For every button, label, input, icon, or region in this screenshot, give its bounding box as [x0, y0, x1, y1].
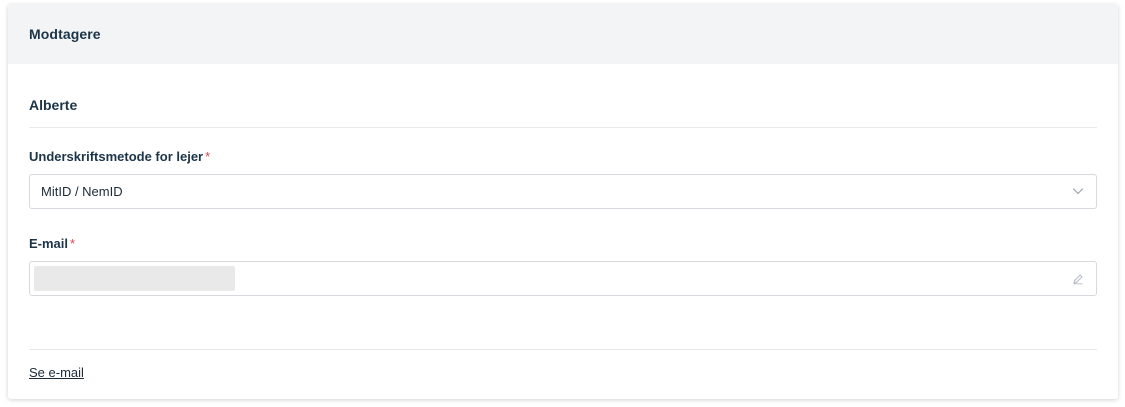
email-label: E-mail *: [29, 236, 75, 251]
chevron-down-icon: [1072, 188, 1084, 195]
redacted-email-value: [34, 266, 235, 291]
signature-method-label: Underskriftsmetode for lejer *: [29, 149, 210, 164]
signature-method-label-text: Underskriftsmetode for lejer: [29, 149, 204, 164]
divider: [29, 127, 1097, 128]
recipients-card: Modtagere Alberte Underskriftsmetode for…: [8, 4, 1118, 399]
signature-method-value: MitID / NemID: [41, 184, 123, 199]
signature-method-select[interactable]: MitID / NemID: [29, 174, 1097, 209]
pencil-edit-icon[interactable]: [1072, 273, 1084, 285]
show-email-link[interactable]: Se e-mail: [29, 365, 84, 380]
required-marker: *: [70, 236, 76, 251]
email-label-text: E-mail: [29, 236, 69, 251]
card-title: Modtagere: [29, 26, 101, 42]
email-field[interactable]: [29, 261, 1097, 296]
recipient-name: Alberte: [29, 97, 78, 113]
required-marker: *: [205, 149, 211, 164]
divider: [29, 349, 1097, 350]
card-header: Modtagere: [8, 4, 1118, 64]
